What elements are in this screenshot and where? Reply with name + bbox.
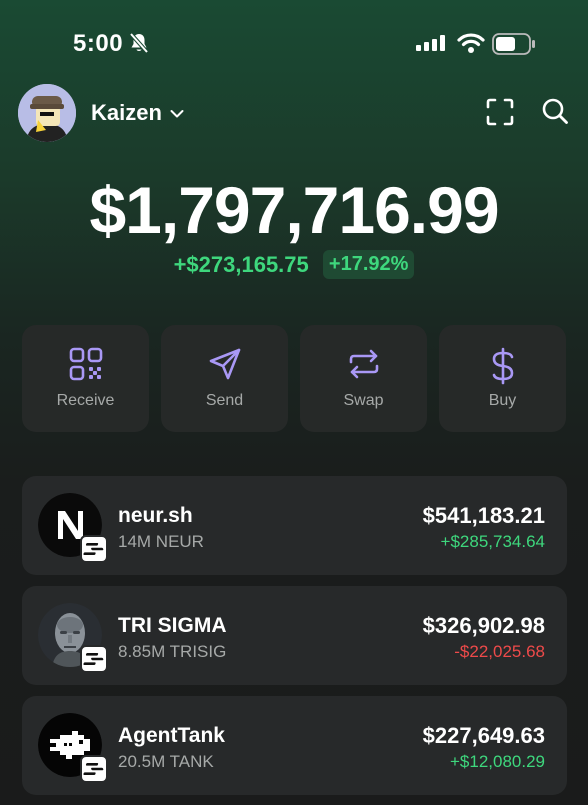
header: Kaizen: [0, 82, 588, 144]
battery-icon: [492, 33, 536, 60]
token-change: +$12,080.29: [449, 752, 545, 771]
send-label: Send: [205, 392, 244, 409]
token-name: TRI SIGMA: [118, 614, 227, 637]
receive-label: Receive: [56, 392, 115, 409]
bell-slash-icon: [128, 32, 150, 59]
signal-icon: [416, 35, 448, 56]
avatar[interactable]: [18, 84, 76, 142]
swap-button[interactable]: Swap: [300, 325, 427, 432]
token-value: $326,902.98: [422, 613, 545, 638]
buy-button[interactable]: Buy: [439, 325, 566, 432]
qr-code-icon: [69, 347, 103, 386]
token-row-neur[interactable]: neur.sh 14M NEUR $541,183.21 +$285,734.6…: [22, 476, 567, 575]
token-value: $227,649.63: [422, 723, 545, 748]
solana-badge-icon: [80, 645, 108, 673]
scan-icon[interactable]: [486, 98, 514, 131]
receive-button[interactable]: Receive: [22, 325, 149, 432]
token-name: AgentTank: [118, 724, 225, 747]
total-balance: $1,797,716.99: [89, 173, 499, 247]
token-change: +$285,734.64: [440, 532, 545, 551]
swap-label: Swap: [343, 392, 384, 409]
buy-label: Buy: [488, 392, 517, 409]
token-row-tank[interactable]: AgentTank 20.5M TANK $227,649.63 +$12,08…: [22, 696, 567, 795]
action-buttons: Receive Send Swap Buy: [22, 325, 567, 432]
send-button[interactable]: Send: [161, 325, 288, 432]
search-icon[interactable]: [541, 97, 569, 130]
change-percent-badge: +17.92%: [322, 250, 415, 279]
token-change: -$22,025.68: [454, 642, 545, 661]
solana-badge-icon: [80, 535, 108, 563]
swap-icon: [347, 347, 381, 386]
chevron-down-icon[interactable]: [170, 106, 184, 124]
balance-change: +$273,165.75 +17.92%: [0, 250, 588, 279]
account-name[interactable]: Kaizen: [91, 100, 162, 126]
send-icon: [208, 347, 242, 386]
solana-badge-icon: [80, 755, 108, 783]
token-name: neur.sh: [118, 504, 193, 527]
status-time: 5:00: [73, 30, 124, 57]
token-value: $541,183.21: [422, 503, 545, 528]
token-amount: 14M NEUR: [118, 532, 204, 551]
dollar-icon: [486, 347, 520, 390]
token-amount: 8.85M TRISIG: [118, 642, 227, 661]
status-bar: 5:00: [0, 28, 588, 62]
token-row-trisig[interactable]: TRI SIGMA 8.85M TRISIG $326,902.98 -$22,…: [22, 586, 567, 685]
token-amount: 20.5M TANK: [118, 752, 214, 771]
change-amount: +$273,165.75: [173, 251, 309, 277]
wifi-icon: [457, 32, 485, 59]
